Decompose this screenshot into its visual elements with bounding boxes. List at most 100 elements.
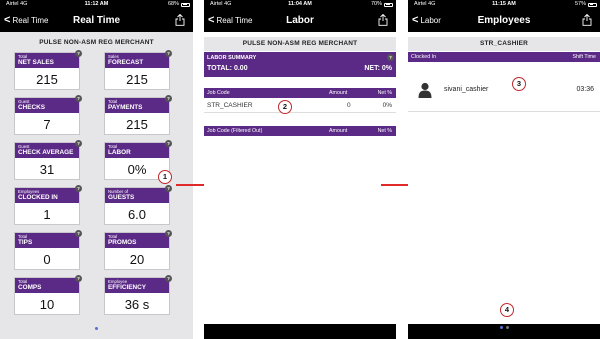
- column-header-amount: Amount: [329, 90, 348, 96]
- employee-shift-time: 03:36: [576, 86, 594, 93]
- status-bar: Airtel 4G 11:04 AM 70%: [204, 0, 396, 9]
- tile-header: Total COMPS: [15, 278, 79, 293]
- tile-header: Total TIPS: [15, 233, 79, 248]
- tile-value: 7: [43, 117, 51, 132]
- column-header-job-code: Job Code: [207, 90, 230, 96]
- metric-tile[interactable]: Total NET SALES? 215: [14, 50, 82, 90]
- battery-icon: [181, 2, 190, 7]
- filtered-table-header: Job Code (Filtered Out) Amount Net %: [204, 126, 396, 136]
- column-header-shift-time: Shift Time: [572, 54, 596, 60]
- info-icon[interactable]: ?: [165, 50, 172, 57]
- metric-tile[interactable]: Total PROMOS? 20: [104, 230, 172, 270]
- tile-header: Total PAYMENTS: [105, 98, 169, 113]
- metric-tile[interactable]: Total PAYMENTS? 215: [104, 95, 172, 135]
- summary-title: LABOR SUMMARY: [207, 55, 257, 61]
- row-job-code: STR_CASHIER: [207, 102, 253, 109]
- tile-value: 215: [126, 117, 148, 132]
- metric-tile[interactable]: Total COMPS? 10: [14, 275, 82, 315]
- back-button[interactable]: < Real Time: [4, 9, 48, 32]
- battery-icon: [384, 2, 393, 7]
- column-header-amount: Amount: [329, 128, 348, 134]
- employee-table-header: Clocked In Shift Time: [408, 52, 600, 62]
- summary-net: NET: 0%: [364, 65, 392, 72]
- metric-tile[interactable]: Total TIPS? 0: [14, 230, 82, 270]
- merchant-name: PULSE NON-ASM REG MERCHANT: [39, 39, 154, 46]
- metric-tile[interactable]: Guest CHECK AVERAGE? 31: [14, 140, 82, 180]
- info-icon[interactable]: ?: [165, 230, 172, 237]
- share-icon[interactable]: [175, 14, 185, 26]
- info-icon[interactable]: ?: [387, 54, 394, 61]
- page-dot-active: [499, 326, 503, 329]
- callout-4: 4: [500, 303, 514, 317]
- info-icon[interactable]: ?: [165, 95, 172, 102]
- employee-row[interactable]: sivani_cashier 03:36: [408, 64, 600, 112]
- tile-value: 31: [39, 162, 55, 177]
- callout-3: 3: [512, 77, 526, 91]
- info-icon[interactable]: ?: [165, 275, 172, 282]
- page-indicator: [0, 327, 193, 333]
- status-time: 11:12 AM: [84, 1, 109, 7]
- info-icon[interactable]: ?: [75, 95, 82, 102]
- tile-header: Total PROMOS: [105, 233, 169, 248]
- column-header-net: Net %: [377, 90, 392, 96]
- callout-1: 1: [158, 170, 172, 184]
- merchant-name: PULSE NON-ASM REG MERCHANT: [204, 37, 396, 51]
- page-dot-active: [95, 327, 98, 330]
- tile-value: 0: [43, 252, 51, 267]
- tile-title: LABOR: [108, 149, 131, 156]
- column-header-job-code-filtered: Job Code (Filtered Out): [207, 128, 263, 134]
- chevron-left-icon: <: [208, 14, 215, 26]
- metric-tile[interactable]: Employee EFFICIENCY? 36 s: [104, 275, 172, 315]
- labor-summary: LABOR SUMMARY TOTAL: 0.00 NET: 0% ?: [204, 52, 396, 77]
- battery-icon: [588, 2, 597, 7]
- tile-title: TIPS: [18, 239, 33, 246]
- page-dot: [505, 326, 509, 329]
- nav-bar: < Labor Employees: [408, 9, 600, 32]
- metric-tile[interactable]: Employees CLOCKED IN? 1: [14, 185, 82, 225]
- tile-title: PROMOS: [108, 239, 137, 246]
- tile-value: 20: [129, 252, 145, 267]
- share-icon[interactable]: [378, 14, 388, 26]
- info-icon[interactable]: ?: [75, 230, 82, 237]
- tile-title: PAYMENTS: [108, 104, 143, 111]
- status-time: 11:15 AM: [492, 1, 516, 7]
- share-icon[interactable]: [582, 14, 592, 26]
- tile-value: 1: [43, 207, 51, 222]
- labor-screen: Airtel 4G 11:04 AM 70% < Real Time Labor …: [204, 0, 396, 339]
- chevron-left-icon: <: [4, 14, 11, 26]
- tile-title: GUESTS: [108, 194, 135, 201]
- callout-2: 2: [278, 100, 292, 114]
- table-row[interactable]: STR_CASHIER 0 0%: [204, 99, 396, 113]
- metric-tile[interactable]: Guest CHECKS? 7: [14, 95, 82, 135]
- tile-value: 215: [126, 72, 148, 87]
- info-icon[interactable]: ?: [165, 185, 172, 192]
- status-bar: Airtel 4G 11:15 AM 57%: [408, 0, 600, 9]
- tile-title: FORECAST: [108, 59, 144, 66]
- screenshot-stage: Airtel 4G 11:12 AM 68% < Real Time Real T…: [0, 0, 600, 339]
- tile-header: Guest CHECKS: [15, 98, 79, 113]
- employee-name: sivani_cashier: [444, 86, 489, 93]
- metric-tile[interactable]: Number of GUESTS? 6.0: [104, 185, 172, 225]
- nav-bar: < Real Time Labor: [204, 9, 396, 32]
- tile-value: 215: [36, 72, 58, 87]
- battery-percent: 57%: [574, 1, 586, 7]
- summary-total: TOTAL: 0.00: [207, 65, 248, 72]
- back-label: Labor: [420, 16, 441, 25]
- back-button[interactable]: < Labor: [412, 9, 441, 32]
- metric-tile[interactable]: Sales FORECAST? 215: [104, 50, 172, 90]
- tile-header: Guest CHECK AVERAGE: [15, 143, 79, 158]
- back-button[interactable]: < Real Time: [208, 9, 252, 32]
- info-icon[interactable]: ?: [165, 140, 172, 147]
- status-bar: Airtel 4G 11:12 AM 68%: [0, 0, 193, 9]
- battery-percent: 68%: [167, 1, 179, 7]
- tile-header: Number of GUESTS: [105, 188, 169, 203]
- tile-header: Employee EFFICIENCY: [105, 278, 169, 293]
- status-time: 11:04 AM: [288, 1, 312, 7]
- info-icon[interactable]: ?: [75, 275, 82, 282]
- info-icon[interactable]: ?: [75, 140, 82, 147]
- nav-bar: < Real Time Real Time: [0, 9, 193, 32]
- tile-title: COMPS: [18, 284, 42, 291]
- tile-title: NET SALES: [18, 59, 54, 66]
- info-icon[interactable]: ?: [75, 50, 82, 57]
- info-icon[interactable]: ?: [75, 185, 82, 192]
